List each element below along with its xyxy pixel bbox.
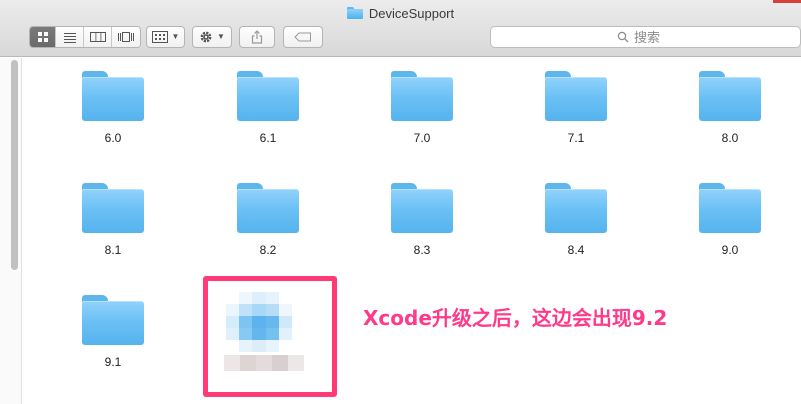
folder-icon (82, 295, 144, 345)
arrange-button[interactable]: ▼ (146, 26, 185, 48)
folder-icon (545, 183, 607, 233)
window-edge-mark (773, 0, 801, 3)
folder-label: 9.0 (721, 243, 739, 257)
action-button[interactable]: ▼ (192, 26, 232, 48)
folder-item[interactable]: 8.2 (208, 170, 328, 270)
folder-label: 7.1 (567, 131, 585, 145)
chevron-down-icon: ▼ (171, 32, 180, 41)
search-input[interactable] (634, 29, 674, 45)
folder-label: 8.4 (567, 243, 585, 257)
folder-label: 8.3 (413, 243, 431, 257)
column-view-button[interactable] (84, 27, 112, 47)
folder-item[interactable]: 8.1 (53, 170, 173, 270)
folder-item[interactable]: 7.1 (516, 58, 636, 158)
folder-icon (82, 71, 144, 121)
folder-icon (82, 183, 144, 233)
search-field[interactable] (490, 26, 801, 48)
column-view-icon (89, 32, 106, 42)
scrollbar-thumb[interactable] (11, 60, 18, 270)
folder-item[interactable]: 6.1 (208, 58, 328, 158)
folder-item[interactable]: 6.0 (53, 58, 173, 158)
pixelated-folder-label (224, 355, 304, 371)
cover-flow-icon (118, 32, 134, 42)
chevron-down-icon: ▼ (217, 32, 225, 41)
folder-item[interactable]: 9.1 (53, 282, 173, 382)
folder-label: 8.0 (721, 131, 739, 145)
grid-arrange-icon (151, 31, 168, 43)
folder-icon (391, 183, 453, 233)
folder-label: 6.1 (259, 131, 277, 145)
gear-icon (200, 31, 212, 43)
folder-icon (346, 7, 363, 19)
folder-icon (391, 71, 453, 121)
list-view-icon (63, 33, 76, 43)
folder-icon (699, 183, 761, 233)
folder-icon (699, 71, 761, 121)
folder-icon (237, 183, 299, 233)
folder-item[interactable]: 8.3 (362, 170, 482, 270)
icon-view-button[interactable] (30, 27, 56, 47)
highlight-box (203, 276, 337, 397)
share-icon (251, 30, 263, 44)
folder-label: 8.1 (104, 243, 122, 257)
search-icon (617, 31, 629, 43)
folder-item[interactable]: 8.0 (670, 58, 790, 158)
tag-icon (294, 32, 311, 42)
pixelated-folder-icon[interactable] (226, 292, 292, 352)
folder-label: 8.2 (259, 243, 277, 257)
cover-flow-view-button[interactable] (112, 27, 140, 47)
window-toolbar: DeviceSupport ▼ ▼ 搜索 (0, 0, 801, 57)
tag-button[interactable] (283, 26, 323, 48)
file-icon-grid: 6.0 6.1 7.0 7.1 8.0 8.1 8.2 8.3 8.4 9.0 … (23, 58, 801, 404)
annotation-text: Xcode升级之后，这边会出现9.2 (363, 306, 668, 330)
folder-icon (545, 71, 607, 121)
folder-label: 9.1 (104, 355, 122, 369)
folder-label: 6.0 (104, 131, 122, 145)
folder-item[interactable]: 9.0 (670, 170, 790, 270)
list-view-button[interactable] (56, 27, 84, 47)
folder-icon (237, 71, 299, 121)
folder-item[interactable]: 8.4 (516, 170, 636, 270)
window-title-text: DeviceSupport (368, 5, 455, 21)
window-title: DeviceSupport (0, 4, 801, 22)
folder-label: 7.0 (413, 131, 431, 145)
folder-item[interactable]: 7.0 (362, 58, 482, 158)
icon-view-icon (37, 32, 48, 42)
view-mode-control (29, 26, 141, 48)
share-button[interactable] (239, 26, 275, 48)
